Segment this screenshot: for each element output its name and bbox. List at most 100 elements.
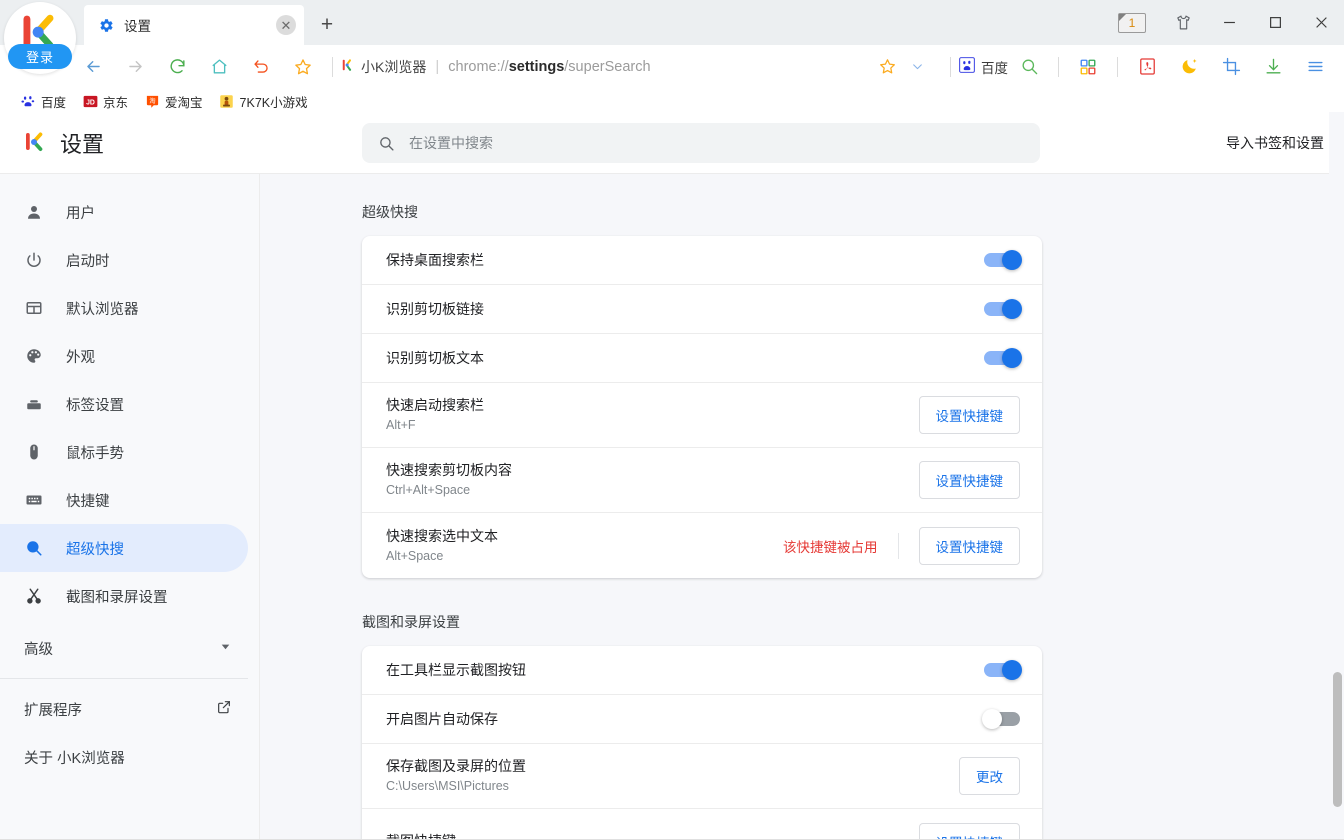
scrollbar-thumb[interactable] — [1333, 672, 1342, 807]
toggle-keep-desktop-searchbar[interactable] — [984, 250, 1022, 270]
toggle-knob — [1002, 299, 1022, 319]
downloads-icon[interactable] — [1256, 50, 1290, 84]
forward-arrow-icon[interactable] — [118, 50, 152, 84]
tab-count-badge[interactable]: 1 — [1118, 12, 1146, 33]
toggle-detect-clipboard-text[interactable] — [984, 348, 1022, 368]
row-text: 在工具栏显示截图按钮 — [386, 660, 984, 680]
undo-icon[interactable] — [244, 50, 278, 84]
search-icon[interactable] — [1012, 50, 1046, 84]
star-outline-icon[interactable] — [286, 50, 320, 84]
night-mode-icon[interactable] — [1172, 50, 1206, 84]
bookmark-baidu[interactable]: 百度 — [12, 90, 74, 113]
sidebar-item-screenshot-record[interactable]: 截图和录屏设置 — [0, 572, 248, 620]
toggle-knob — [1002, 660, 1022, 680]
set-shortcut-button[interactable]: 设置快捷键 — [918, 396, 1020, 434]
pdf-icon[interactable] — [1130, 50, 1164, 84]
row-detect-clipboard-link[interactable]: 识别剪切板链接 — [362, 285, 1042, 334]
row-text: 识别剪切板文本 — [386, 348, 984, 368]
row-detect-clipboard-text[interactable]: 识别剪切板文本 — [362, 334, 1042, 383]
sidebar-item-user[interactable]: 用户 — [0, 188, 248, 236]
star-icon[interactable] — [874, 57, 901, 76]
row-keep-desktop-searchbar[interactable]: 保持桌面搜索栏 — [362, 236, 1042, 285]
search-engine-chip[interactable]: 百度 — [959, 57, 1008, 77]
sidebar-item-startup[interactable]: 启动时 — [0, 236, 248, 284]
change-location-button[interactable]: 更改 — [959, 757, 1020, 795]
new-tab-button[interactable]: + — [310, 8, 344, 42]
bookmark-7k7k[interactable]: 7K7K小游戏 — [211, 90, 316, 113]
settings-search-box[interactable] — [362, 123, 1040, 163]
shortcut-conflict-warning: 该快捷键被占用 — [783, 539, 878, 555]
scissors-icon — [24, 586, 44, 606]
sidebar-item-label: 超级快搜 — [66, 541, 124, 558]
section-title-super-search: 超级快搜 — [362, 204, 418, 220]
set-shortcut-button[interactable]: 设置快捷键 — [918, 526, 1020, 565]
toolbar-right-icons — [1008, 50, 1344, 84]
row-auto-save-image[interactable]: 开启图片自动保存 — [362, 695, 1042, 744]
set-shortcut-button[interactable]: 设置快捷键 — [918, 461, 1020, 499]
maximize-button[interactable] — [1252, 0, 1298, 45]
k-logo-small — [341, 58, 355, 75]
page-scrollbar[interactable] — [1329, 112, 1344, 840]
close-button[interactable] — [1298, 0, 1344, 45]
toggle-detect-clipboard-link[interactable] — [984, 299, 1022, 319]
row-shortcut-value: Ctrl+Alt+Space — [386, 483, 471, 498]
toolbar-divider — [332, 56, 333, 77]
sidebar-item-mouse-gesture[interactable]: 鼠标手势 — [0, 428, 248, 476]
row-label: 识别剪切板链接 — [386, 300, 484, 317]
back-arrow-icon[interactable] — [76, 50, 110, 84]
browser-window-icon — [24, 298, 44, 318]
toggle-auto-save-image[interactable] — [982, 709, 1020, 729]
bookmarks-bar: 百度 JD 京东 淘 爱淘宝 7K7K小游戏 — [0, 88, 1344, 115]
chevron-down-icon[interactable] — [905, 60, 930, 73]
row-label: 开启图片自动保存 — [386, 710, 498, 727]
sidebar-group-advanced[interactable]: 高级 — [0, 624, 260, 672]
screenshot-icon[interactable] — [1214, 50, 1248, 84]
search-icon — [24, 538, 44, 558]
keyboard-icon — [24, 490, 44, 510]
sidebar-item-shortcuts[interactable]: 快捷键 — [0, 476, 248, 524]
address-bar[interactable]: 小K浏览器 | chrome://settings/superSearch — [341, 52, 934, 82]
row-right — [984, 348, 1022, 368]
row-label: 在工具栏显示截图按钮 — [386, 661, 526, 678]
row-text: 识别剪切板链接 — [386, 299, 984, 319]
menu-icon[interactable] — [1298, 50, 1332, 84]
settings-page: 设置 导入书签和设置 用户 启动时 默认浏览器 外观 标签设置 鼠标手势 快捷键… — [0, 112, 1344, 840]
row-label: 保持桌面搜索栏 — [386, 251, 484, 268]
bookmark-jd[interactable]: JD 京东 — [74, 90, 136, 113]
toggle-knob — [982, 709, 1002, 729]
toggle-knob — [1002, 250, 1022, 270]
sidebar-item-label: 启动时 — [66, 253, 110, 270]
tshirt-icon[interactable] — [1160, 0, 1206, 45]
page-title: 设置 — [60, 131, 105, 157]
row-text: 开启图片自动保存 — [386, 709, 984, 729]
sidebar-link-about[interactable]: 关于 小K浏览器 — [0, 733, 260, 781]
external-link-icon — [216, 699, 232, 719]
sidebar-item-super-search[interactable]: 超级快搜 — [0, 524, 248, 572]
sidebar-link-extensions[interactable]: 扩展程序 — [0, 685, 260, 733]
tab-settings[interactable]: 设置 ✕ — [84, 5, 304, 45]
bookmark-label: 京东 — [103, 95, 129, 110]
reload-icon[interactable] — [160, 50, 194, 84]
omnibox-url[interactable]: chrome://settings/superSearch — [448, 59, 650, 75]
set-shortcut-button[interactable]: 设置快捷键 — [918, 822, 1020, 840]
sidebar-item-appearance[interactable]: 外观 — [0, 332, 248, 380]
home-icon[interactable] — [202, 50, 236, 84]
minimize-button[interactable] — [1206, 0, 1252, 45]
sidebar-item-tab-settings[interactable]: 标签设置 — [0, 380, 248, 428]
bookmark-taobao[interactable]: 淘 爱淘宝 — [136, 90, 211, 113]
toggle-show-screenshot-button[interactable] — [984, 660, 1022, 680]
apps-grid-icon[interactable] — [1071, 50, 1105, 84]
row-label: 识别剪切板文本 — [386, 349, 484, 366]
row-right: 设置快捷键 — [918, 461, 1020, 499]
sidebar-item-default-browser[interactable]: 默认浏览器 — [0, 284, 248, 332]
close-icon[interactable]: ✕ — [276, 15, 296, 35]
baidu-icon — [959, 57, 975, 76]
import-bookmarks-button[interactable]: 导入书签和设置 — [1226, 133, 1324, 153]
search-input[interactable] — [409, 135, 1024, 151]
login-button[interactable]: 登录 — [8, 44, 72, 69]
browser-window: 设置 ✕ + 1 小K浏览器 | chrome://settings/super… — [0, 0, 1344, 840]
row-shortcut-value: Alt+Space — [386, 548, 444, 563]
row-show-screenshot-button[interactable]: 在工具栏显示截图按钮 — [362, 646, 1042, 695]
row-right — [984, 660, 1022, 680]
row-save-location: 保存截图及录屏的位置 C:\Users\MSI\Pictures 更改 — [362, 744, 1042, 809]
